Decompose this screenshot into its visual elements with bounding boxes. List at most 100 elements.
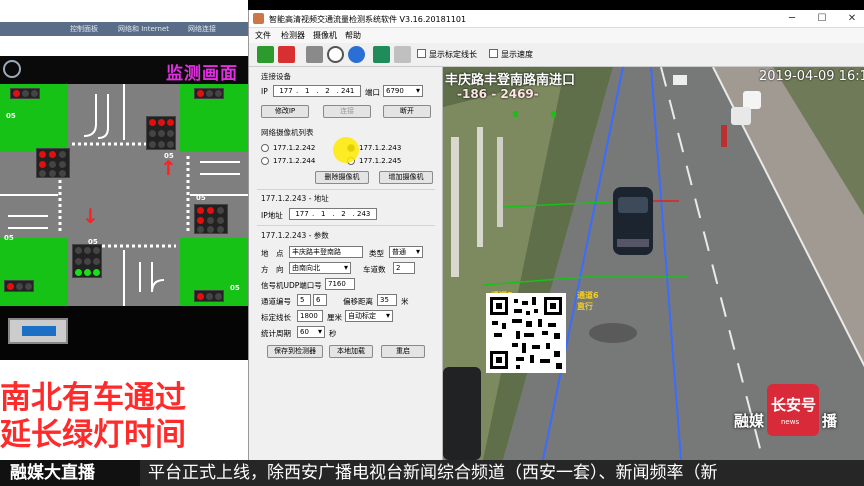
camera-tool-icon[interactable]	[373, 46, 390, 63]
signal-countdown: 05	[196, 194, 206, 202]
modify-ip-button[interactable]: 修改IP	[261, 105, 309, 118]
pause-icon[interactable]	[306, 46, 323, 63]
connect-section-title: 连接设备	[261, 72, 291, 81]
menu-help[interactable]: 帮助	[345, 30, 361, 41]
lanes-stepper[interactable]: 2	[393, 262, 415, 274]
direction-label: 方 向	[261, 265, 284, 274]
direction-select[interactable]: 由南向北	[289, 262, 351, 274]
divider	[257, 225, 435, 226]
traffic-light-sw	[4, 280, 34, 292]
channel-label: 通道编号	[261, 297, 291, 306]
traffic-light-east	[194, 204, 228, 234]
ip-input[interactable]: 177. 1. 2. 241	[273, 85, 361, 97]
lane-markings	[0, 84, 248, 306]
delete-camera-button[interactable]: 删除摄像机	[315, 171, 369, 184]
video-timestamp: 2019-04-09 16:1	[759, 69, 864, 84]
calibration-length-input[interactable]: 1800	[297, 310, 323, 322]
ip-address-label: IP地址	[261, 211, 283, 220]
bg-tab-control-panel[interactable]: 控制面板	[70, 24, 98, 34]
local-load-button[interactable]: 本地加载	[329, 345, 373, 358]
camera-radio-label: 177.1.2.244	[273, 157, 316, 165]
calibration-length-label: 标定线长	[261, 313, 291, 322]
intersection-diagram: 05 05 05 05 05 05 ↑ ↓	[0, 84, 248, 306]
clock-icon[interactable]	[327, 46, 344, 63]
show-calibration-checkbox[interactable]	[417, 49, 426, 58]
camera-radio-label: 177.1.2.245	[359, 157, 402, 165]
port-label: 端口	[365, 88, 380, 97]
monitor-caption: 南北有车通过 延长绿灯时间	[0, 380, 186, 454]
calibration-mode-select[interactable]: 自动标定	[345, 310, 393, 322]
location-label: 地 点	[261, 249, 284, 258]
offset-input[interactable]: 35	[377, 294, 397, 306]
monitor-title: 监测画面	[166, 64, 238, 84]
left-monitor-pane: 控制面板 网络和 Internet 网络连接 监测画面 05 05 05 05 …	[0, 0, 248, 460]
upload-icon[interactable]	[257, 46, 274, 63]
lanes-label: 车道数	[363, 265, 386, 274]
southbound-arrow-icon: ↓	[82, 204, 99, 228]
info-icon[interactable]	[348, 46, 365, 63]
app-icon	[253, 13, 264, 24]
traffic-light-nw	[10, 88, 40, 99]
menu-camera[interactable]: 摄像机	[313, 30, 337, 41]
restart-button[interactable]: 重启	[381, 345, 425, 358]
signal-countdown: 05	[88, 238, 98, 246]
stop-icon[interactable]	[278, 46, 295, 63]
bg-tab-network[interactable]: 网络和 Internet	[118, 24, 169, 34]
menu-bar: 文件 检测器 摄像机 帮助	[249, 28, 864, 43]
monitor-logo-icon	[3, 60, 21, 78]
monitor-device-icon[interactable]	[8, 318, 68, 344]
port-select[interactable]: 6790	[383, 85, 423, 97]
monitor-footer	[0, 306, 248, 360]
arrow-tool-icon[interactable]	[394, 46, 411, 63]
stat-period-select[interactable]: 60	[297, 326, 325, 338]
save-to-detector-button[interactable]: 保存到检测器	[267, 345, 323, 358]
disconnect-button[interactable]: 断开	[383, 105, 431, 118]
brand-text-right: 播	[822, 412, 838, 430]
station-logo: 长安号 news	[767, 384, 819, 436]
offset-label: 偏移距离	[343, 297, 373, 306]
type-select[interactable]: 普通	[389, 246, 423, 258]
camera-radio[interactable]	[261, 144, 269, 152]
ticker-label: 融媒大直播	[0, 460, 140, 486]
show-speed-checkbox[interactable]	[489, 49, 498, 58]
bg-tab-connections[interactable]: 网络连接	[188, 24, 216, 34]
channel-input-2[interactable]: 6	[313, 294, 327, 306]
background-window-tabs: 控制面板 网络和 Internet 网络连接	[0, 22, 248, 36]
udp-port-input[interactable]: 7160	[325, 278, 355, 290]
type-label: 类型	[369, 249, 384, 258]
traffic-light-west	[36, 148, 70, 178]
ip-address-input[interactable]: 177. 1. 2. 243	[289, 208, 377, 220]
camera-radio[interactable]	[261, 157, 269, 165]
connect-button[interactable]: 连接	[323, 105, 371, 118]
camera-list-section-title: 网络摄像机列表	[261, 128, 314, 137]
signal-countdown: 05	[230, 284, 240, 292]
stat-period-label: 统计周期	[261, 329, 291, 338]
lane-6-label: 通道6 直行	[577, 291, 599, 311]
logo-text: 长安号	[771, 396, 817, 414]
menu-detector[interactable]: 检测器	[281, 30, 305, 41]
window-title: 智能高清视频交通流量检测系统软件 V3.16.20181101	[269, 15, 467, 24]
channel-input-1[interactable]: 5	[297, 294, 311, 306]
video-counter: -186 - 2469-	[457, 87, 539, 101]
add-camera-button[interactable]: 增加摄像机	[379, 171, 433, 184]
qr-code	[486, 293, 566, 373]
maximize-button[interactable]: ☐	[807, 10, 837, 28]
traffic-light-north	[146, 116, 176, 150]
show-speed-label: 显示速度	[501, 50, 533, 59]
traffic-light-south	[72, 244, 102, 278]
address-section-title: 177.1.2.243 - 地址	[261, 194, 329, 203]
location-input[interactable]: 丰庆路丰登南路	[289, 246, 363, 258]
toolbar: 显示标定线长 显示速度	[249, 43, 864, 67]
minimize-button[interactable]: ─	[777, 10, 807, 28]
logo-subtext: news	[781, 418, 800, 426]
caption-line-1: 南北有车通过	[0, 380, 186, 416]
brand-text-left: 融媒	[734, 412, 765, 430]
qr-code-image	[490, 297, 562, 369]
news-ticker: 融媒大直播 平台正式上线，除西安广播电视台新闻综合频道（西安一套）、新闻频率（新	[0, 460, 864, 486]
title-bar: 智能高清视频交通流量检测系统软件 V3.16.20181101 ─ ☐ ✕	[249, 10, 864, 28]
camera-radio-label: 177.1.2.243	[359, 144, 402, 152]
stat-period-unit: 秒	[329, 329, 337, 338]
close-button[interactable]: ✕	[837, 10, 864, 28]
show-calibration-label: 显示标定线长	[429, 50, 477, 59]
menu-file[interactable]: 文件	[255, 30, 271, 41]
